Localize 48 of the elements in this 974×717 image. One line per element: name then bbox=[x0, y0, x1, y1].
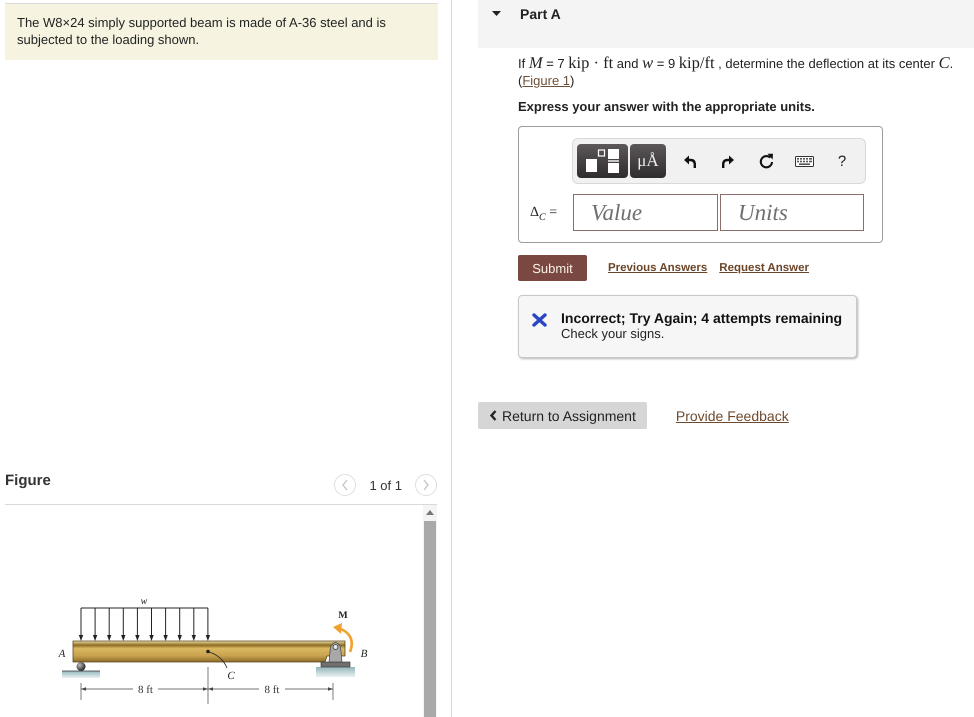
units-input[interactable]: Units bbox=[720, 194, 864, 231]
scrollbar[interactable] bbox=[423, 505, 437, 717]
moment-label: M bbox=[338, 610, 348, 621]
units-button[interactable]: μÅ bbox=[630, 144, 666, 178]
redo-icon[interactable] bbox=[722, 154, 734, 168]
dimension-label: 8 ft bbox=[264, 684, 280, 696]
dimension-label: 8 ft bbox=[138, 684, 153, 696]
moment-arrow bbox=[333, 623, 353, 652]
problem-text: The W8×24 simply supported beam is made of A-36 steel and is subjected to the loading shown. bbox=[17, 14, 387, 48]
figure-title: Figure bbox=[5, 471, 51, 490]
value-input[interactable]: Value bbox=[573, 194, 718, 231]
point-label: C bbox=[227, 670, 235, 682]
cross-icon bbox=[532, 313, 547, 327]
figure-link[interactable]: Figure 1 bbox=[522, 73, 570, 88]
roller-support bbox=[62, 662, 100, 678]
feedback-message: Check your signs. bbox=[561, 326, 666, 341]
question-text: If M = 7 kip · ft and w = 9 kip/ft , determine the deflection at its center C. (Figure 1) bbox=[518, 55, 954, 89]
templates-button[interactable] bbox=[577, 144, 628, 178]
help-button[interactable]: ? bbox=[838, 152, 846, 170]
instruction-text: Express your answer with the appropriate units. bbox=[518, 99, 816, 115]
chevron-left-icon bbox=[342, 479, 348, 491]
page-indicator: 1 of 1 bbox=[369, 478, 402, 492]
point-marker bbox=[206, 650, 210, 654]
keyboard-icon[interactable] bbox=[794, 156, 814, 166]
previous-answers-link[interactable]: Previous Answers bbox=[608, 262, 708, 274]
chevron-left-icon bbox=[490, 410, 497, 421]
end-label: B bbox=[360, 648, 368, 660]
answer-label: Δ$_{C}$ = bbox=[530, 204, 558, 220]
chevron-right-icon bbox=[423, 479, 429, 491]
leader-line bbox=[208, 652, 228, 668]
submit-button[interactable]: Submit bbox=[518, 255, 587, 281]
part-header[interactable]: Part A bbox=[478, 0, 974, 48]
pin-support bbox=[316, 642, 355, 677]
scroll-up-icon[interactable] bbox=[426, 510, 434, 515]
reset-icon[interactable] bbox=[758, 153, 774, 169]
end-label: A bbox=[58, 648, 66, 660]
scrollbar-thumb[interactable] bbox=[424, 521, 436, 717]
extension-line bbox=[332, 682, 334, 700]
extension-line bbox=[80, 682, 82, 700]
templates-icon bbox=[584, 148, 622, 174]
caret-icon[interactable] bbox=[492, 11, 501, 16]
load-label: w bbox=[140, 596, 148, 607]
request-answer-link[interactable]: Request Answer bbox=[719, 262, 809, 274]
feedback-link[interactable]: Provide Feedback bbox=[676, 408, 789, 424]
return-button[interactable]: Return to Assignment bbox=[478, 402, 647, 429]
part-title: Part A bbox=[520, 6, 561, 22]
undo-icon[interactable] bbox=[684, 154, 696, 168]
feedback-title: Incorrect; Try Again; 4 attempts remaining bbox=[561, 310, 842, 326]
